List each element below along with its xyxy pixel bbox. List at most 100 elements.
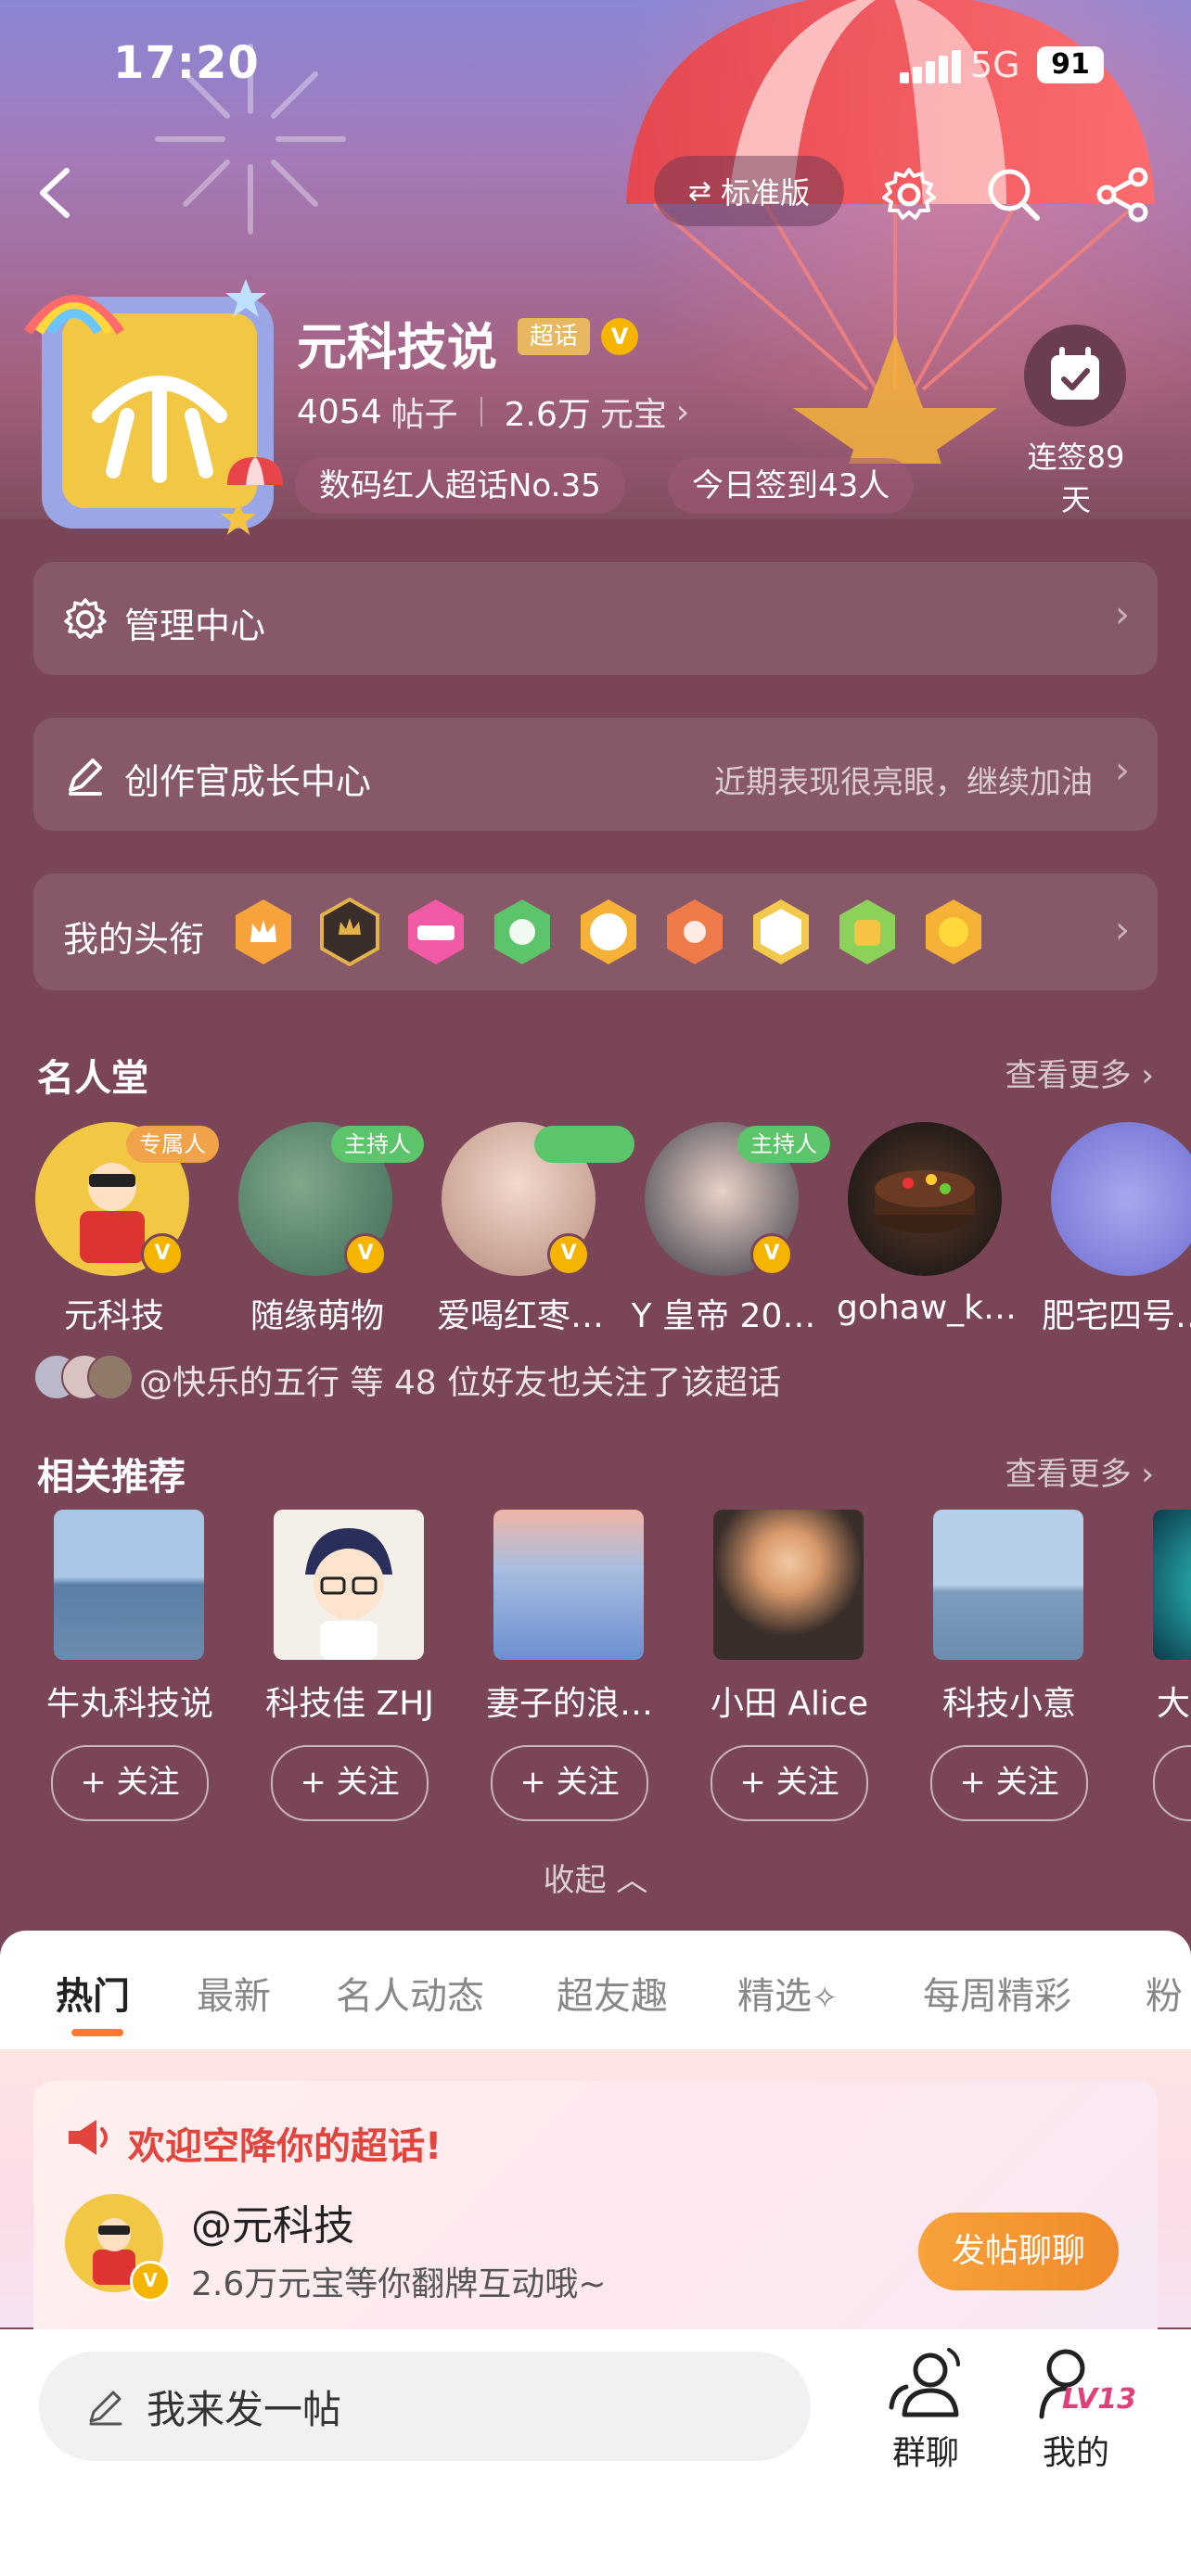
- mine-button[interactable]: LV13 我的: [1020, 2346, 1136, 2474]
- fame-member[interactable]: 主持人 V Y 皇帝 20…: [632, 1122, 830, 1337]
- friends-following-text[interactable]: @快乐的五行 等 48 位好友也关注了该超话: [139, 1356, 781, 1404]
- fame-member[interactable]: 肥宅四号…: [1042, 1122, 1191, 1337]
- creator-growth-label: 创作官成长中心: [124, 761, 372, 802]
- avatar: 主持人 V: [645, 1122, 830, 1276]
- active-tab-indicator: [71, 2029, 123, 2036]
- recommend-name: 科技佳 ZHJ: [265, 1685, 434, 1723]
- share-icon: [1096, 167, 1148, 223]
- recommend-image: [274, 1510, 424, 1660]
- tab-weekly[interactable]: 每周精彩: [923, 1966, 1071, 2020]
- share-button[interactable]: [1090, 162, 1155, 227]
- post-input[interactable]: 我来发一帖: [39, 2352, 811, 2461]
- friend-avatars: [33, 1354, 134, 1400]
- chevron-up-icon: ︿: [616, 1862, 648, 1899]
- y-medal-icon: [753, 899, 809, 964]
- recommend-card[interactable]: 科技佳 ZHJ + 关注: [257, 1510, 442, 1821]
- verified-badge-icon: V: [601, 318, 638, 355]
- fame-member-name: 元科技: [63, 1297, 164, 1335]
- host-tag-blank: [534, 1126, 634, 1163]
- management-center-card[interactable]: 管理中心 ›: [33, 562, 1158, 675]
- creator-growth-card[interactable]: 创作官成长中心 近期表现很亮眼，继续加油 ›: [33, 718, 1158, 831]
- related-recommend-title: 相关推荐: [37, 1456, 186, 1498]
- level-badge: LV13: [1062, 2383, 1136, 2416]
- verified-badge-icon: V: [141, 1233, 184, 1276]
- recommend-card[interactable]: 牛丸科技说 + 关注: [37, 1510, 223, 1821]
- my-titles-card[interactable]: 我的头衔 ›: [33, 874, 1158, 990]
- cake-avatar-icon: [875, 1170, 975, 1233]
- follow-button[interactable]: + 关注: [271, 1745, 429, 1821]
- avatar: 主持人 V: [238, 1122, 424, 1276]
- recommend-card[interactable]: 科技小意 + 关注: [916, 1510, 1102, 1821]
- tab-latest[interactable]: 最新: [197, 1966, 271, 2020]
- status-time: 17:20: [113, 37, 260, 89]
- chevron-right-icon: ›: [675, 392, 690, 431]
- follow-button[interactable]: + 关注: [491, 1745, 648, 1821]
- recommend-image: [713, 1510, 864, 1660]
- follow-button[interactable]: + 关注: [711, 1745, 868, 1821]
- tab-fans[interactable]: 粉: [1146, 1966, 1183, 2020]
- battery-indicator: 91: [1037, 46, 1104, 83]
- fame-member[interactable]: gohaw_k…: [837, 1122, 1017, 1327]
- sparkle-icon: ✧: [812, 1980, 839, 2017]
- banner-title: 欢迎空降你的超话!: [128, 2125, 442, 2168]
- fame-member[interactable]: 主持人 V 随缘萌物: [238, 1122, 424, 1337]
- tab-celebrity[interactable]: 名人动态: [336, 1966, 484, 2020]
- calendar-check-icon: [1051, 347, 1099, 400]
- chevron-right-icon: ›: [1141, 1057, 1154, 1094]
- rank-tag[interactable]: 数码红人超话No.35: [295, 458, 625, 514]
- post-chat-button[interactable]: 发帖聊聊: [918, 2213, 1119, 2290]
- recommend-card[interactable]: 小田 Alice + 关注: [697, 1510, 882, 1821]
- related-recommend-more-link[interactable]: 查看更多 ›: [1005, 1448, 1154, 1494]
- checkin-button[interactable]: [1024, 325, 1126, 427]
- tab-featured[interactable]: 精选✧: [737, 1966, 839, 2020]
- checkin-count-tag[interactable]: 今日签到43人: [668, 458, 915, 514]
- checkin-streak-line2: 天: [1060, 482, 1091, 517]
- back-button[interactable]: [26, 165, 82, 221]
- version-switch-button[interactable]: ⇄ 标准版: [654, 156, 844, 226]
- follow-button[interactable]: + 关注: [930, 1745, 1088, 1821]
- posts-label: 帖子: [391, 396, 458, 434]
- green-medal-icon: [494, 899, 550, 964]
- mine-label: 我的: [1042, 2434, 1109, 2472]
- lv-medal-icon: [408, 899, 464, 964]
- supertopic-title: 元科技说: [297, 318, 497, 376]
- search-icon: [988, 169, 1040, 221]
- hand-medal-icon: [667, 899, 723, 964]
- crown-medal-icon: [236, 899, 291, 964]
- checkin-streak-label: 连签89 天: [1011, 436, 1141, 521]
- recommend-name: 科技小意: [941, 1685, 1076, 1723]
- banner-username[interactable]: @元科技: [191, 2192, 354, 2251]
- my-titles-label: 我的头衔: [63, 919, 205, 960]
- group-chat-icon: [884, 2346, 967, 2420]
- recommend-card[interactable]: 妻子的浪… + 关注: [477, 1510, 662, 1821]
- verified-badge-icon: V: [130, 2261, 171, 2302]
- checkin-streak-line1: 连签89: [1027, 440, 1125, 475]
- posts-count: 4054: [297, 392, 382, 431]
- hall-of-fame-title: 名人堂: [37, 1057, 148, 1100]
- smile-medal-icon: [926, 899, 981, 964]
- hall-of-fame-more-link[interactable]: 查看更多 ›: [1005, 1050, 1154, 1095]
- collapse-button[interactable]: 收起 ︿: [0, 1855, 1191, 1900]
- fame-member[interactable]: 专属人 V 元科技: [35, 1122, 219, 1337]
- verified-badge-icon: V: [750, 1233, 793, 1276]
- recommend-card[interactable]: 大: [1136, 1510, 1191, 1821]
- tab-fun[interactable]: 超友趣: [557, 1966, 668, 2020]
- cartoon-avatar-icon: [305, 1528, 392, 1660]
- avatar: [848, 1122, 1002, 1276]
- stats-divider: [480, 397, 482, 427]
- fame-member-name: Y 皇帝 20…: [631, 1297, 816, 1335]
- chevron-right-icon: ›: [1115, 749, 1130, 792]
- stats-row[interactable]: 4054 帖子 2.6万 元宝 ›: [297, 388, 689, 436]
- follow-button[interactable]: [1153, 1745, 1191, 1821]
- group-chat-button[interactable]: 群聊: [870, 2346, 981, 2474]
- pen-icon: [69, 759, 102, 796]
- tab-hot[interactable]: 热门: [56, 1966, 130, 2020]
- more-label: 查看更多: [1005, 1057, 1132, 1094]
- chevron-right-icon: ›: [1115, 593, 1130, 636]
- settings-button[interactable]: [877, 162, 941, 227]
- fame-member[interactable]: V 爱喝红枣…: [437, 1122, 634, 1337]
- search-button[interactable]: [981, 162, 1046, 227]
- management-center-label: 管理中心: [124, 606, 266, 646]
- follow-button[interactable]: + 关注: [51, 1745, 209, 1821]
- supertopic-avatar[interactable]: [19, 276, 288, 536]
